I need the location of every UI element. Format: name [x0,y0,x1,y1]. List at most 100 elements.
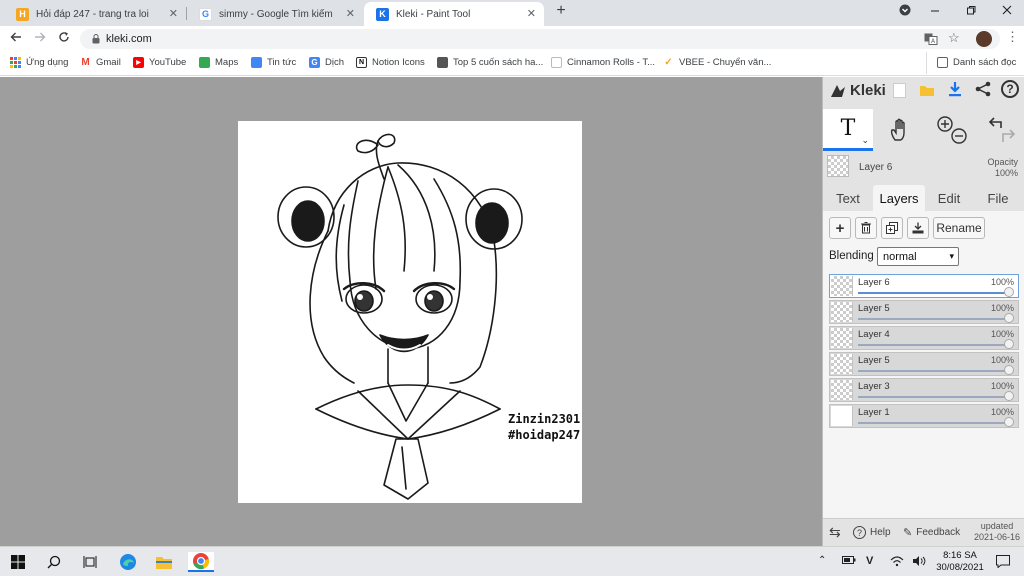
bookmark-apps[interactable]: Ứng dụng [10,57,68,68]
bookmark-label: Tin tức [267,57,297,68]
add-layer-button[interactable]: + [829,217,851,239]
tab-google-search[interactable]: G simmy - Google Tìm kiếm ✕ [187,2,363,26]
merge-down-button[interactable] [907,217,929,239]
layer-opacity-handle[interactable] [1004,313,1014,323]
page-icon [551,57,562,68]
reload-icon[interactable] [58,30,70,46]
bookmark-notion-icons[interactable]: N Notion Icons [356,57,425,68]
minimize-icon[interactable] [926,4,944,18]
bookmark-cinnamon-rolls[interactable]: Cinnamon Rolls - T... [551,57,655,68]
layer-row[interactable]: Layer 5 100% [829,300,1019,324]
new-image-icon[interactable] [893,83,906,98]
rename-layer-button[interactable]: Rename [933,217,985,239]
layer-opacity-handle[interactable] [1004,287,1014,297]
layer-row[interactable]: Layer 3 100% [829,378,1019,402]
wifi-icon[interactable] [890,555,904,570]
bookmark-star-icon[interactable]: ☆ [948,30,960,46]
tab-close-icon[interactable]: ✕ [346,7,355,20]
bookmark-gmail[interactable]: M Gmail [80,57,121,68]
clock[interactable]: 8:16 SA 30/08/2021 [934,550,986,574]
search-icon[interactable] [44,552,64,572]
undo-redo-buttons[interactable] [977,109,1024,151]
tab-search-icon[interactable] [896,4,914,19]
open-folder-icon[interactable] [919,83,935,102]
plus-icon: + [835,219,845,237]
file-explorer-icon[interactable] [154,552,174,572]
tab-layers[interactable]: Layers [873,185,925,211]
layer-opacity-handle[interactable] [1004,391,1014,401]
chevron-down-icon: ▾ [949,251,954,261]
hand-tool-button[interactable] [875,109,925,151]
vbee-tray-icon[interactable]: V [866,555,873,567]
feedback-button[interactable]: ✎ Feedback [903,526,960,539]
address-bar[interactable]: kleki.com [80,29,1000,49]
task-view-icon[interactable] [80,552,100,572]
kleki-logo[interactable]: Kleki [829,82,886,99]
download-icon[interactable] [947,81,963,102]
text-tool-button[interactable]: T ⌄ [823,109,873,151]
duplicate-layer-button[interactable] [881,217,903,239]
layer-opacity-slider[interactable] [858,422,1010,424]
volume-icon[interactable] [912,555,926,570]
bookmark-news[interactable]: Tin tức [251,57,296,68]
bookmark-vbee[interactable]: ✓ VBEE - Chuyển văn... [663,57,771,68]
bookmark-label: Notion Icons [372,57,425,68]
bookmark-translate[interactable]: G Dịch [309,57,344,68]
new-tab-button[interactable]: + [552,2,570,20]
bookmark-label: Ứng dụng [26,57,69,68]
layer-thumbnail [831,276,853,296]
layer-opacity-handle[interactable] [1004,339,1014,349]
swap-sides-icon[interactable]: ⇆ [829,524,841,541]
layer-opacity-slider[interactable] [858,396,1010,398]
tab-close-icon[interactable]: ✕ [169,7,178,20]
layer-opacity-handle[interactable] [1004,365,1014,375]
notification-icon[interactable] [996,555,1010,571]
bookmark-top5-books[interactable]: Top 5 cuốn sách ha... [437,57,543,68]
back-icon[interactable] [10,30,22,46]
chrome-taskbar-icon[interactable] [188,552,214,572]
close-window-icon[interactable] [998,4,1016,18]
bookmark-maps[interactable]: Maps [199,57,238,68]
merge-down-icon [912,222,924,234]
delete-layer-button[interactable] [855,217,877,239]
help-question-icon[interactable]: ? [1001,80,1019,98]
tab-file[interactable]: File [975,185,1021,211]
layer-row[interactable]: Layer 6 100% [829,274,1019,298]
restore-icon[interactable] [962,4,980,18]
layer-opacity-slider[interactable] [858,344,1010,346]
kleki-logo-text: Kleki [850,82,886,99]
share-icon[interactable] [975,81,991,102]
reading-list-button[interactable]: Danh sách đọc [937,57,1016,68]
current-layer-thumbnail[interactable] [827,155,849,177]
layer-thumbnail [831,328,853,348]
tab-close-icon[interactable]: ✕ [527,7,536,20]
layer-row[interactable]: Layer 4 100% [829,326,1019,350]
zoom-buttons[interactable] [927,109,977,151]
browser-menu-icon[interactable]: ⋮ [1006,29,1019,45]
drawing-canvas[interactable]: Zinzin2301 #hoidap247 [238,121,582,503]
layer-opacity-slider[interactable] [858,370,1010,372]
tab-edit[interactable]: Edit [927,185,971,211]
translate-page-icon[interactable]: A [924,32,938,50]
blending-mode-select[interactable]: normal ▾ [877,247,959,266]
forward-icon[interactable] [34,30,46,46]
help-button[interactable]: ? Help [853,526,891,539]
windows-start-icon[interactable] [8,552,28,572]
profile-avatar[interactable] [976,31,992,47]
update-info[interactable]: updated 2021-06-16 [974,521,1020,543]
tab-hoidap247[interactable]: H Hỏi đáp 247 - trang tra loi ✕ [4,2,186,26]
canvas-workspace[interactable]: Zinzin2301 #hoidap247 [0,77,822,546]
layer-row[interactable]: Layer 1 100% [829,404,1019,428]
tab-text[interactable]: Text [827,185,869,211]
bookmark-youtube[interactable]: ▶ YouTube [133,57,186,68]
tab-kleki[interactable]: K Kleki - Paint Tool ✕ [364,2,544,26]
layer-opacity-slider[interactable] [858,318,1010,320]
layer-opacity-handle[interactable] [1004,417,1014,427]
tray-overflow-icon[interactable]: ⌃ [818,555,826,566]
layer-name: Layer 5 [858,355,890,366]
layer-row[interactable]: Layer 5 100% [829,352,1019,376]
battery-icon[interactable] [842,555,856,568]
edge-browser-icon[interactable] [118,552,138,572]
lock-icon[interactable] [92,34,100,46]
layer-opacity-slider[interactable] [858,292,1010,294]
